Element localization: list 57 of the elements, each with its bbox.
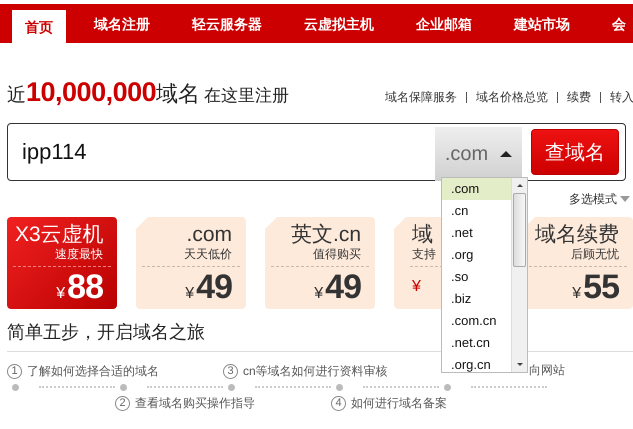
nav-tab[interactable]: 企业邮箱 bbox=[395, 4, 493, 43]
top-link[interactable]: 续费 bbox=[567, 89, 591, 106]
top-link[interactable]: 域名价格总览 bbox=[476, 89, 548, 106]
currency-sign: ¥ bbox=[572, 285, 582, 302]
step-link[interactable]: 向网站 bbox=[529, 362, 565, 379]
card-title: 英文.cn bbox=[290, 222, 361, 248]
dropdown-option[interactable]: .com.cn bbox=[442, 310, 511, 332]
card-title: 域名续费 bbox=[534, 222, 619, 248]
nav-tab[interactable]: 轻云服务器 bbox=[171, 4, 283, 43]
card-subtitle: 值得购买 bbox=[312, 247, 361, 261]
card-subtitle: 支持 bbox=[412, 247, 436, 261]
dropdown-option[interactable]: .cn bbox=[442, 200, 511, 222]
nav-tab[interactable]: 建站市场 bbox=[493, 4, 591, 43]
top-link[interactable]: 域名保障服务 bbox=[385, 89, 457, 106]
timeline-dot bbox=[120, 384, 127, 390]
card-price: 88 bbox=[67, 268, 103, 306]
dropdown-option[interactable]: .org.cn bbox=[442, 354, 511, 376]
dropdown-option[interactable]: .net bbox=[442, 222, 511, 244]
currency-sign: ¥ bbox=[412, 278, 421, 295]
multi-select-toggle[interactable]: 多选模式 bbox=[569, 190, 630, 208]
timeline-dot bbox=[444, 384, 451, 390]
dropdown-option[interactable]: .biz bbox=[442, 288, 511, 310]
price-card[interactable]: X3云虚机 速度最快 ¥88 bbox=[7, 217, 117, 309]
step-link[interactable]: 3 cn等域名如何进行资料审核 bbox=[223, 363, 388, 380]
card-title: 域 bbox=[412, 222, 433, 248]
timeline-dot bbox=[228, 384, 235, 390]
price-card[interactable]: 英文.cn 值得购买 ¥49 bbox=[265, 217, 375, 309]
nav-tab[interactable]: 云虚拟主机 bbox=[283, 4, 395, 43]
dropdown-option[interactable]: .net.cn bbox=[442, 332, 511, 354]
nav-tab[interactable]: 首页 bbox=[12, 10, 66, 43]
step-link[interactable]: 1 了解如何选择合适的域名 bbox=[7, 363, 159, 380]
search-button[interactable]: 查域名 bbox=[531, 129, 619, 175]
card-subtitle: 后顾无忧 bbox=[570, 247, 619, 261]
search-field[interactable]: ipp114 .com 查域名 bbox=[7, 123, 626, 181]
card-subtitle: 速度最快 bbox=[54, 247, 103, 261]
nav-tab[interactable]: 会 bbox=[591, 4, 633, 43]
dropdown-option[interactable]: .org bbox=[442, 244, 511, 266]
card-title: X3云虚机 bbox=[15, 222, 103, 248]
card-subtitle: 天天低价 bbox=[183, 247, 232, 261]
card-price: 49 bbox=[196, 268, 232, 306]
card-price: 55 bbox=[583, 268, 619, 306]
scrollbar[interactable] bbox=[511, 178, 527, 372]
price-card[interactable]: .com 天天低价 ¥49 bbox=[136, 217, 246, 309]
suffix-select[interactable]: .com bbox=[435, 127, 522, 181]
dropdown-option[interactable]: .com bbox=[442, 178, 511, 200]
headline: 近10,000,000域名 在这里注册 bbox=[7, 77, 290, 109]
timeline-dot bbox=[336, 384, 343, 390]
step-link[interactable]: 4 如何进行域名备案 bbox=[331, 395, 447, 412]
card-price: 49 bbox=[325, 268, 361, 306]
timeline-dot bbox=[12, 384, 19, 390]
dropdown-option[interactable]: .so bbox=[442, 266, 511, 288]
card-title: .com bbox=[185, 222, 232, 248]
nav-tab[interactable]: 域名注册 bbox=[73, 4, 171, 43]
currency-sign: ¥ bbox=[314, 285, 324, 302]
step-link[interactable]: 2 查看域名购买操作指导 bbox=[115, 395, 255, 412]
currency-sign: ¥ bbox=[56, 285, 66, 302]
currency-sign: ¥ bbox=[185, 285, 194, 302]
